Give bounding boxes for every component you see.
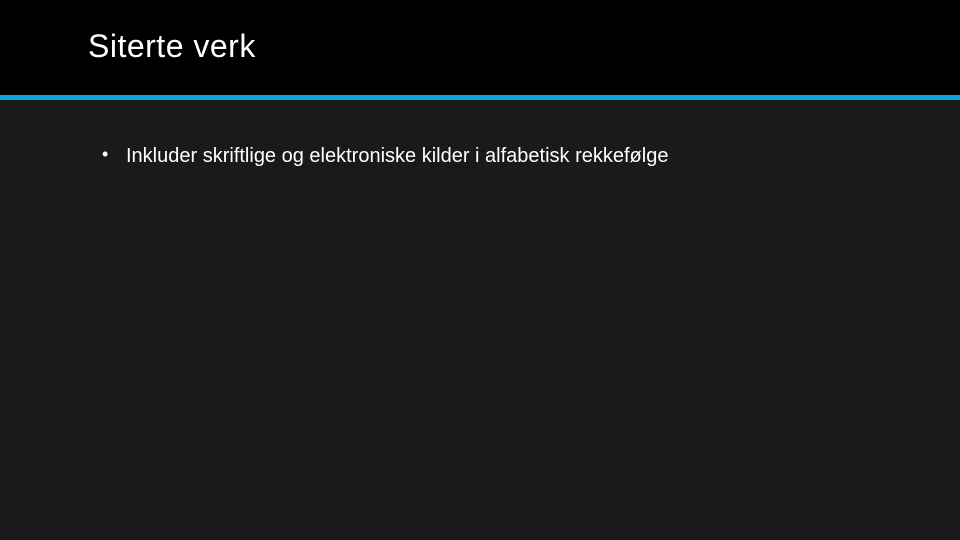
presentation-slide: Siterte verk Inkluder skriftlige og elek… <box>0 0 960 540</box>
bullet-list: Inkluder skriftlige og elektroniske kild… <box>102 142 960 170</box>
list-item: Inkluder skriftlige og elektroniske kild… <box>102 142 960 170</box>
slide-title: Siterte verk <box>88 28 960 65</box>
slide-header: Siterte verk <box>0 0 960 95</box>
slide-content: Inkluder skriftlige og elektroniske kild… <box>0 100 960 170</box>
